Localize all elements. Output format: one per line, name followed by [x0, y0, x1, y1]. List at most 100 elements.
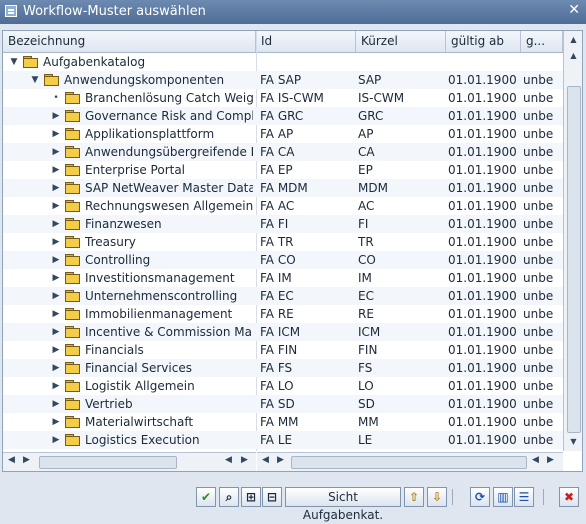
scroll-down-icon[interactable]: ▼	[566, 435, 581, 449]
cell-kuerzel: FS	[358, 361, 373, 375]
tree-item-row[interactable]: ▶ Enterprise Portal FA EP EP 01.01.1900 unbe	[3, 161, 563, 179]
expand-arrow-icon[interactable]: ▶	[51, 377, 61, 395]
tree-item-row[interactable]: ▶ Vertrieb FA SD SD 01.01.1900 unbe	[3, 395, 563, 413]
collapse-arrow-icon[interactable]: ▼	[9, 53, 19, 71]
tree-item-row[interactable]: ▶ Financial Services FA FS FS 01.01.1900 unbe	[3, 359, 563, 377]
folder-icon	[65, 182, 80, 194]
cell-id: FA SAP	[260, 73, 302, 87]
column-header: Bezeichnung Id Kürzel gültig ab g...	[3, 31, 563, 53]
expand-arrow-icon[interactable]: ▶	[51, 287, 61, 305]
expand-arrow-icon[interactable]: ▶	[51, 269, 61, 287]
column-g[interactable]: g...	[521, 31, 563, 52]
tree-root-row[interactable]: ▼ Aufgabenkatalog	[3, 53, 563, 71]
column-bezeichnung[interactable]: Bezeichnung	[3, 31, 256, 52]
cell-kuerzel: MDM	[358, 181, 388, 195]
tree-item-row[interactable]: ▶ Financials FA FIN FIN 01.01.1900 unbe	[3, 341, 563, 359]
scroll-right-icon[interactable]: ▶	[547, 455, 554, 465]
expand-arrow-icon[interactable]: ▶	[51, 179, 61, 197]
scroll-left-icon[interactable]: ◀	[532, 455, 539, 465]
expand-arrow-icon[interactable]: ▶	[51, 161, 61, 179]
cell-kuerzel: AP	[358, 127, 374, 141]
find-button[interactable]: ⌕	[219, 487, 239, 507]
collapse-icon: ⊟	[266, 490, 278, 504]
tree-item-row[interactable]: ▶ Logistik Allgemein FA LO LO 01.01.1900 unbe	[3, 377, 563, 395]
vertical-scrollbar[interactable]: ▲ ▲ ▼	[563, 31, 582, 451]
list-button[interactable]: ☰	[514, 487, 534, 507]
cell-id: FA AP	[260, 127, 294, 141]
vertical-scroll-thumb[interactable]	[567, 86, 581, 433]
cell-kuerzel: CO	[358, 253, 376, 267]
expand-arrow-icon[interactable]: ▶	[51, 431, 61, 449]
tree-item-row[interactable]: ▶ Immobilienmanagement FA RE RE 01.01.1900 un…	[3, 305, 563, 323]
down-button[interactable]: ⇩	[427, 487, 447, 507]
expand-button[interactable]: ⊞	[241, 487, 261, 507]
expand-arrow-icon[interactable]: ▶	[51, 395, 61, 413]
sicht-aufgabenkatalog-button[interactable]: Sicht Aufgabenkat.	[285, 487, 401, 522]
refresh-button[interactable]: ⟳	[470, 487, 490, 507]
tree-item-row[interactable]: ▶ Applikationsplattform FA AP AP 01.01.1900 u…	[3, 125, 563, 143]
column-gueltig-ab[interactable]: gültig ab	[446, 31, 521, 52]
collapse-arrow-icon[interactable]: ▼	[30, 71, 40, 89]
expand-arrow-icon[interactable]: ▶	[51, 341, 61, 359]
confirm-button[interactable]: ✔	[196, 487, 216, 507]
tree-item-row[interactable]: ▶ Anwendungsübergreifende Ko FA CA CA 01.01.…	[3, 143, 563, 161]
folder-icon	[65, 128, 80, 140]
tree-item-row[interactable]: ▶ Incentive & Commission Manag FA ICM ICM 01…	[3, 323, 563, 341]
scroll-left-icon[interactable]: ◀	[225, 455, 232, 465]
layout-button[interactable]: ▥	[493, 487, 513, 507]
cell-g: unbe	[523, 379, 554, 393]
scroll-right-icon[interactable]: ▶	[277, 455, 284, 465]
expand-arrow-icon[interactable]: ▶	[51, 143, 61, 161]
cell-g: unbe	[523, 325, 554, 339]
tree-item-row[interactable]: ▶ Treasury FA TR TR 01.01.1900 unbe	[3, 233, 563, 251]
column-id[interactable]: Id	[256, 31, 356, 52]
scroll-left-icon[interactable]: ◀	[8, 455, 15, 465]
folder-icon	[65, 362, 80, 374]
cell-gueltig-ab: 01.01.1900	[448, 289, 517, 303]
close-icon[interactable]: ✕	[568, 2, 580, 18]
cell-id: FA IM	[260, 271, 292, 285]
scroll-up-icon[interactable]: ▲	[566, 49, 581, 63]
tree-node-row[interactable]: ▼ Anwendungskomponenten FA SAP SAP 01.01.190…	[3, 71, 563, 89]
tree-item-row[interactable]: ▶ Unternehmenscontrolling FA EC EC 01.01.190…	[3, 287, 563, 305]
tree-item-row[interactable]: ▶ Finanzwesen FA FI FI 01.01.1900 unbe	[3, 215, 563, 233]
tree-item-row[interactable]: • Branchenlösung Catch Weight FA IS-CWM IS-…	[3, 89, 563, 107]
tree-item-row[interactable]: ▶ Controlling FA CO CO 01.01.1900 unbe	[3, 251, 563, 269]
tree-item-row[interactable]: ▶ SAP NetWeaver Master Data M FA MDM MDM 01.…	[3, 179, 563, 197]
horizontal-scrollbar-right[interactable]: ◀ ▶ ◀ ▶	[257, 452, 563, 471]
scroll-right-icon[interactable]: ▶	[23, 455, 30, 465]
up-button[interactable]: ⇧	[404, 487, 424, 507]
horizontal-scrollbar-left[interactable]: ◀ ▶ ◀ ▶	[3, 452, 256, 471]
tree-item-row[interactable]: ▶ Logistics Execution FA LE LE 01.01.1900 unb…	[3, 431, 563, 449]
cell-gueltig-ab: 01.01.1900	[448, 181, 517, 195]
expand-arrow-icon[interactable]: ▶	[51, 197, 61, 215]
expand-arrow-icon[interactable]: ▶	[51, 251, 61, 269]
tree-item-label: Financials	[85, 343, 144, 357]
scroll-right-icon[interactable]: ▶	[241, 455, 248, 465]
tree-item-row[interactable]: ▶ Investitionsmanagement FA IM IM 01.01.1900…	[3, 269, 563, 287]
cell-g: unbe	[523, 343, 554, 357]
cancel-button[interactable]: ✖	[559, 487, 579, 507]
tree-item-label: Enterprise Portal	[85, 163, 186, 177]
scroll-up-icon[interactable]: ▲	[566, 33, 581, 47]
collapse-arrow-icon[interactable]: •	[51, 89, 61, 107]
expand-arrow-icon[interactable]: ▶	[51, 359, 61, 377]
expand-arrow-icon[interactable]: ▶	[51, 323, 61, 341]
cell-kuerzel: EP	[358, 163, 373, 177]
expand-arrow-icon[interactable]: ▶	[51, 413, 61, 431]
expand-arrow-icon[interactable]: ▶	[51, 305, 61, 323]
cell-id: FA CA	[260, 145, 295, 159]
tree-item-row[interactable]: ▶ Materialwirtschaft FA MM MM 01.01.1900 unbe	[3, 413, 563, 431]
collapse-button[interactable]: ⊟	[262, 487, 282, 507]
horizontal-scroll-thumb[interactable]	[39, 456, 177, 469]
expand-arrow-icon[interactable]: ▶	[51, 107, 61, 125]
expand-arrow-icon[interactable]: ▶	[51, 233, 61, 251]
scroll-left-icon[interactable]: ◀	[262, 455, 269, 465]
tree-item-row[interactable]: ▶ Governance Risk and Compliance FA GRC GRC…	[3, 107, 563, 125]
expand-arrow-icon[interactable]: ▶	[51, 215, 61, 233]
expand-arrow-icon[interactable]: ▶	[51, 125, 61, 143]
column-kuerzel[interactable]: Kürzel	[356, 31, 446, 52]
horizontal-scroll-thumb[interactable]	[291, 456, 527, 469]
cell-id: FA MM	[260, 415, 299, 429]
tree-item-row[interactable]: ▶ Rechnungswesen Allgemein FA AC AC 01.01.19…	[3, 197, 563, 215]
